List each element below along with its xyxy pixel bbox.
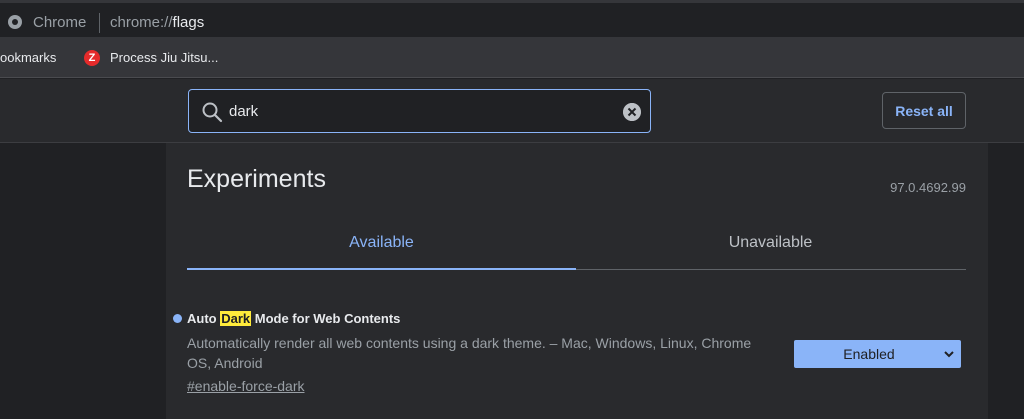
bookmark-item-bookmarks[interactable]: ookmarks: [0, 50, 56, 65]
url-scheme: chrome://: [110, 14, 173, 31]
process-jiu-jitsu-favicon: Z: [84, 50, 100, 66]
site-name: Chrome: [33, 14, 87, 31]
flag-permalink[interactable]: #enable-force-dark: [187, 378, 305, 394]
omnibox-strip: Chrome chrome://flags: [0, 0, 1024, 40]
clear-icon[interactable]: [623, 103, 641, 121]
search-icon: [202, 102, 223, 123]
flag-description: Automatically render all web contents us…: [187, 335, 752, 371]
bookmark-item-process-jiu-jitsu[interactable]: Process Jiu Jitsu...: [110, 50, 218, 65]
flag-enabled-indicator: [173, 314, 182, 323]
search-highlight: Dark: [220, 311, 252, 326]
chrome-icon[interactable]: [8, 15, 22, 29]
flags-header: Reset all: [0, 79, 1024, 143]
flag-state-select[interactable]: Enabled: [794, 340, 961, 368]
flag-state-value: Enabled: [843, 346, 895, 362]
flag-title: Auto Dark Mode for Web Contents: [187, 311, 400, 326]
right-gutter: [988, 143, 1024, 419]
url-host: flags: [172, 14, 205, 31]
reset-all-button[interactable]: Reset all: [882, 92, 966, 129]
tab-unavailable[interactable]: Unavailable: [576, 221, 965, 270]
left-gutter: [0, 143, 166, 419]
flag-title-prefix: Auto: [187, 311, 221, 326]
bookmarks-bar: ookmarks Z Process Jiu Jitsu...: [0, 40, 1024, 78]
version-label: 97.0.4692.99: [890, 180, 966, 195]
tab-available[interactable]: Available: [187, 221, 576, 270]
experiments-content: Experiments 97.0.4692.99 Available Unava…: [166, 143, 988, 419]
url-text[interactable]: chrome://flags: [110, 14, 204, 31]
url-separator: [99, 13, 100, 33]
tab-bar: Available Unavailable: [187, 221, 966, 270]
chevron-down-icon: [944, 351, 954, 358]
page-title: Experiments: [187, 165, 326, 193]
search-box[interactable]: [188, 89, 651, 133]
flag-title-suffix: Mode for Web Contents: [251, 311, 401, 326]
omnibox[interactable]: Chrome chrome://flags: [0, 3, 1024, 37]
search-input[interactable]: [229, 99, 609, 123]
